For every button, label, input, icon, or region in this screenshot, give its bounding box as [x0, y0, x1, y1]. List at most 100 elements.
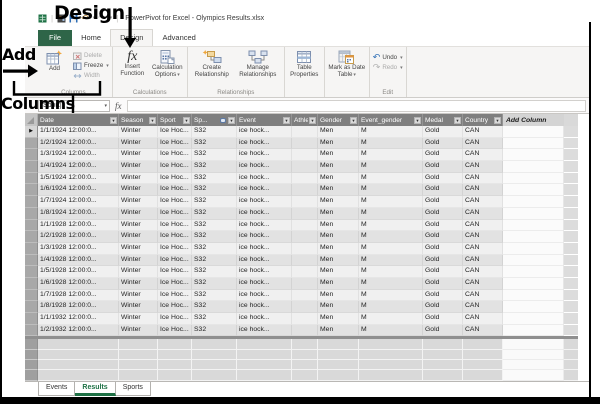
table-cell[interactable] [292, 184, 318, 196]
table-cell[interactable]: Ice Hoc... [158, 161, 192, 173]
table-cell[interactable]: S32 [192, 208, 237, 220]
table-cell[interactable]: 1/8/1928 12:00:0... [38, 301, 119, 313]
empty-cell[interactable] [237, 339, 292, 349]
empty-cell[interactable] [158, 339, 192, 349]
table-cell[interactable]: Men [318, 138, 359, 150]
table-cell[interactable]: Ice Hoc... [158, 266, 192, 278]
table-cell[interactable]: ice hock... [237, 231, 292, 243]
add-column-cell[interactable] [503, 126, 564, 138]
add-column-cell[interactable] [503, 370, 564, 380]
empty-cell[interactable] [463, 370, 503, 380]
table-cell[interactable]: M [359, 231, 423, 243]
excel-icon[interactable] [38, 14, 47, 23]
table-cell[interactable]: Ice Hoc... [158, 126, 192, 138]
table-cell[interactable] [292, 243, 318, 255]
table-cell[interactable]: ice hock... [237, 184, 292, 196]
table-cell[interactable]: CAN [463, 196, 503, 208]
table-cell[interactable]: Ice Hoc... [158, 290, 192, 302]
add-column-cell[interactable] [503, 243, 564, 255]
empty-cell[interactable] [119, 370, 158, 380]
table-cell[interactable] [292, 255, 318, 267]
empty-cell[interactable] [158, 370, 192, 380]
empty-cell[interactable] [359, 350, 423, 360]
table-cell[interactable]: Ice Hoc... [158, 184, 192, 196]
table-cell[interactable]: Gold [423, 196, 463, 208]
filter-dropdown-icon[interactable]: ▼ [309, 117, 316, 124]
table-cell[interactable]: Ice Hoc... [158, 196, 192, 208]
table-cell[interactable]: ice hock... [237, 138, 292, 150]
empty-cell[interactable] [292, 370, 318, 380]
row-header[interactable] [25, 173, 38, 185]
table-cell[interactable]: Men [318, 243, 359, 255]
add-column-cell[interactable] [503, 313, 564, 325]
column-header-sp[interactable]: Sp...▼ [192, 114, 237, 126]
add-column-cell[interactable] [503, 149, 564, 161]
table-cell[interactable]: Winter [119, 208, 158, 220]
table-cell[interactable]: Men [318, 290, 359, 302]
table-cell[interactable]: 1/6/1924 12:00:0... [38, 184, 119, 196]
table-cell[interactable] [292, 196, 318, 208]
table-cell[interactable]: M [359, 161, 423, 173]
table-cell[interactable]: Winter [119, 266, 158, 278]
empty-cell[interactable] [38, 350, 119, 360]
table-cell[interactable]: ice hock... [237, 290, 292, 302]
table-cell[interactable]: CAN [463, 126, 503, 138]
table-cell[interactable]: M [359, 196, 423, 208]
table-cell[interactable]: M [359, 138, 423, 150]
table-cell[interactable]: Men [318, 278, 359, 290]
table-cell[interactable]: ice hock... [237, 266, 292, 278]
row-header[interactable] [25, 138, 38, 150]
empty-cell[interactable] [318, 350, 359, 360]
table-cell[interactable]: Winter [119, 184, 158, 196]
table-cell[interactable]: Men [318, 325, 359, 337]
table-cell[interactable]: CAN [463, 161, 503, 173]
table-cell[interactable]: ice hock... [237, 208, 292, 220]
table-cell[interactable]: Gold [423, 266, 463, 278]
tab-design[interactable]: Design [110, 29, 153, 46]
table-cell[interactable]: Gold [423, 138, 463, 150]
table-cell[interactable]: CAN [463, 243, 503, 255]
table-cell[interactable]: Ice Hoc... [158, 231, 192, 243]
table-cell[interactable]: M [359, 243, 423, 255]
filter-dropdown-icon[interactable]: ▼ [494, 117, 501, 124]
table-cell[interactable]: 1/7/1928 12:00:0... [38, 290, 119, 302]
table-cell[interactable]: S32 [192, 290, 237, 302]
table-cell[interactable]: M [359, 184, 423, 196]
table-cell[interactable] [292, 290, 318, 302]
table-cell[interactable]: Men [318, 184, 359, 196]
table-cell[interactable]: ice hock... [237, 149, 292, 161]
empty-cell[interactable] [423, 350, 463, 360]
table-cell[interactable]: Gold [423, 301, 463, 313]
empty-cell[interactable] [192, 360, 237, 370]
table-cell[interactable]: Ice Hoc... [158, 313, 192, 325]
table-cell[interactable]: Gold [423, 126, 463, 138]
table-cell[interactable]: Winter [119, 173, 158, 185]
column-header-date[interactable]: Date▼ [38, 114, 119, 126]
table-cell[interactable]: Winter [119, 126, 158, 138]
row-header[interactable] [25, 339, 38, 349]
table-cell[interactable]: Gold [423, 325, 463, 337]
empty-cell[interactable] [292, 350, 318, 360]
sheet-tab-sports[interactable]: Sports [116, 382, 151, 396]
table-cell[interactable]: 1/3/1924 12:00:0... [38, 149, 119, 161]
row-header[interactable] [25, 161, 38, 173]
empty-cell[interactable] [119, 350, 158, 360]
table-cell[interactable]: Gold [423, 161, 463, 173]
width-button[interactable]: Width [73, 71, 109, 80]
filter-dropdown-icon[interactable]: ▼ [454, 117, 461, 124]
row-header[interactable] [25, 360, 38, 370]
table-cell[interactable] [292, 208, 318, 220]
column-header-gender[interactable]: Gender▼ [318, 114, 359, 126]
row-header[interactable] [25, 243, 38, 255]
insert-function-button[interactable]: fx Insert Function [116, 49, 149, 78]
table-cell[interactable]: 1/2/1924 12:00:0... [38, 138, 119, 150]
add-column-cell[interactable] [503, 266, 564, 278]
table-cell[interactable]: 1/2/1932 12:00:0... [38, 325, 119, 337]
table-cell[interactable]: S32 [192, 266, 237, 278]
table-cell[interactable]: CAN [463, 220, 503, 232]
table-cell[interactable]: 1/5/1924 12:00:0... [38, 173, 119, 185]
filter-dropdown-icon[interactable]: ▼ [350, 117, 357, 124]
table-cell[interactable]: S32 [192, 313, 237, 325]
table-cell[interactable] [292, 325, 318, 337]
row-header[interactable] [25, 313, 38, 325]
